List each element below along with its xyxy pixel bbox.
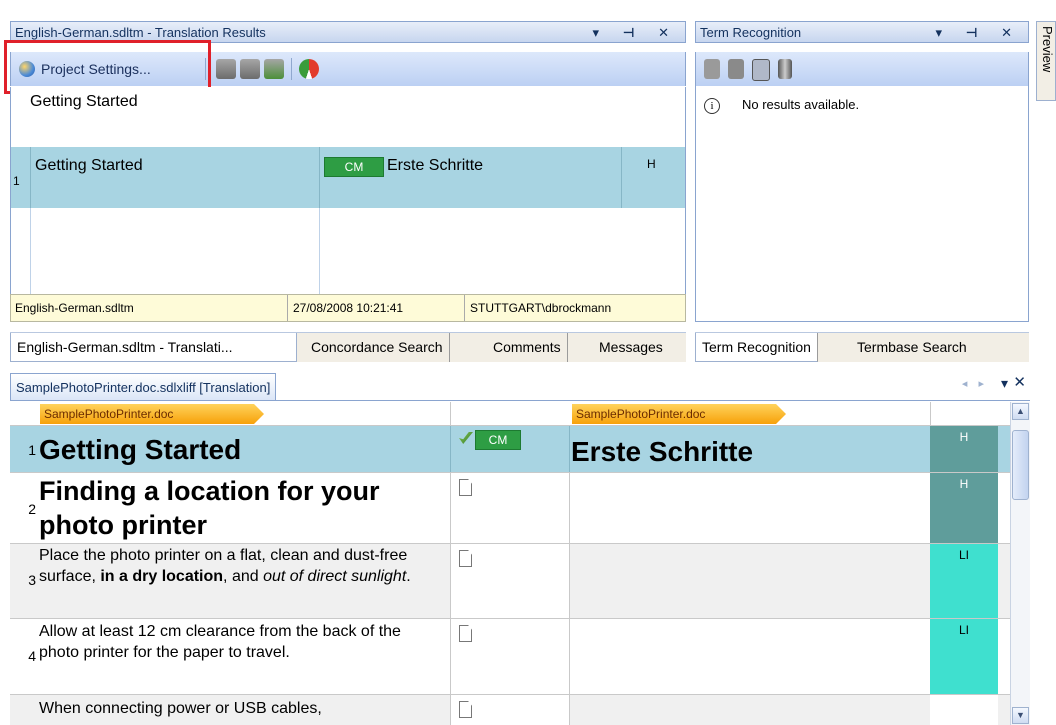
panel-controls[interactable]: ▾ ⊣ ✕ [592, 22, 679, 44]
not-translated-icon [459, 701, 472, 718]
term-view-icon[interactable] [752, 59, 770, 81]
segment-number: 4 [28, 648, 36, 664]
tm-apply-icon[interactable] [264, 59, 284, 79]
tm-status-bar: English-German.sdltm 27/08/2008 10:21:41… [10, 294, 686, 322]
tab-term-recognition[interactable]: Term Recognition [695, 333, 818, 362]
editor-vertical-scrollbar[interactable]: ▲ ▼ [1010, 402, 1030, 725]
tm-user: STUTTGART\dbrockmann [470, 301, 612, 315]
segment-style [930, 695, 998, 725]
tm-name: English-German.sdltm [15, 301, 134, 315]
scroll-up-arrow[interactable]: ▲ [1012, 403, 1029, 420]
segment-source: Allow at least 12 cm clearance from the … [39, 623, 401, 661]
editor-tab-strip: SamplePhotoPrinter.doc.sdlxliff [Transla… [10, 370, 1030, 401]
toolbar-separator [291, 58, 292, 80]
translation-results-title: English-German.sdltm - Translation Resul… [15, 25, 266, 40]
tm-update-icon[interactable] [216, 59, 236, 79]
not-translated-icon [459, 550, 472, 567]
segment-number: 1 [28, 442, 36, 458]
not-translated-icon [459, 625, 472, 642]
segment-source: Getting Started [39, 434, 242, 465]
editor-menu-icon[interactable]: ▾ [1001, 375, 1008, 392]
segment-source: When connecting power or USB cables, [39, 700, 322, 717]
term-delete-icon[interactable] [728, 59, 744, 79]
column-divider [30, 147, 31, 208]
scroll-thumb[interactable] [1012, 430, 1029, 500]
editor-close-icon[interactable]: ✕ [1013, 373, 1026, 391]
tab-translation-results[interactable]: English-German.sdltm - Translati... [10, 333, 297, 362]
segment-row[interactable]: 3 Place the photo printer on a flat, cle… [10, 544, 1010, 619]
column-divider [621, 147, 622, 208]
tm-panel-tabs: English-German.sdltm - Translati... Conc… [10, 332, 686, 362]
term-add-icon[interactable] [704, 59, 720, 79]
tab-comments[interactable]: Comments [487, 333, 568, 362]
scroll-down-arrow[interactable]: ▼ [1012, 707, 1029, 724]
tm-result-index: 1 [13, 174, 20, 188]
segment-source: Finding a location for your photo printe… [39, 476, 380, 540]
preview-side-tab[interactable]: Preview [1036, 21, 1056, 101]
segment-style: H [930, 426, 998, 472]
tm-result-target: Erste Schritte [387, 157, 484, 174]
segment-style: LI [930, 619, 998, 694]
preview-side-tab-label: Preview [1040, 26, 1055, 73]
column-divider [319, 147, 320, 208]
tm-result-empty [10, 208, 686, 294]
source-preview-text: Getting Started [30, 93, 138, 110]
segment-number: 2 [28, 501, 36, 517]
not-translated-icon [459, 479, 472, 496]
termbase-icon[interactable] [778, 59, 792, 79]
info-icon: i [704, 98, 720, 114]
editor-document-tab[interactable]: SamplePhotoPrinter.doc.sdlxliff [Transla… [10, 373, 277, 400]
segment-row[interactable]: 1 Getting Started CM Erste Schritte H [10, 426, 1010, 473]
no-results-message: No results available. [742, 97, 860, 112]
panel-controls[interactable]: ▾ ⊣ ✕ [935, 22, 1022, 44]
segment-source: Place the photo printer on a flat, clean… [39, 547, 411, 585]
tm-date: 27/08/2008 10:21:41 [293, 301, 404, 315]
tab-concordance-search[interactable]: Concordance Search [305, 333, 450, 362]
source-preview: Getting Started [10, 87, 686, 147]
segment-target[interactable]: Erste Schritte [571, 435, 929, 469]
term-recognition-titlebar: Term Recognition ▾ ⊣ ✕ [695, 21, 1029, 43]
document-header-row: SamplePhotoPrinter.doc SamplePhotoPrinte… [10, 402, 1010, 426]
tab-termbase-search[interactable]: Termbase Search [851, 333, 973, 362]
tab-messages[interactable]: Messages [593, 333, 669, 362]
editor-document-tab-label: SamplePhotoPrinter.doc.sdlxliff [Transla… [16, 380, 271, 395]
segment-row[interactable]: 4 Allow at least 12 cm clearance from th… [10, 619, 1010, 695]
segment-row[interactable]: 2 Finding a location for your photo prin… [10, 473, 1010, 544]
term-results-area: i No results available. [695, 86, 1029, 322]
segment-row[interactable]: When connecting power or USB cables, [10, 695, 1010, 725]
context-match-badge: CM [475, 430, 521, 450]
tm-result-row[interactable]: 1 Getting Started CM Erste Schritte H [10, 147, 686, 208]
target-document-tag: SamplePhotoPrinter.doc [572, 404, 786, 424]
tm-result-style: H [647, 157, 656, 171]
highlight-callout [4, 40, 211, 94]
tm-previous-icon[interactable] [240, 59, 260, 79]
term-panel-tabs: Term Recognition Termbase Search [695, 332, 1029, 362]
term-recognition-toolbar [695, 52, 1029, 86]
refresh-icon[interactable] [299, 59, 319, 79]
segment-style: LI [930, 544, 998, 618]
segment-style: H [930, 473, 998, 543]
context-match-badge: CM [324, 157, 384, 177]
term-recognition-title: Term Recognition [700, 25, 802, 40]
confirmed-status-icon [459, 432, 473, 444]
source-document-tag: SamplePhotoPrinter.doc [40, 404, 264, 424]
segment-number: 3 [28, 572, 36, 588]
tab-nav-arrows[interactable]: ◂ ▸ [962, 377, 988, 390]
tm-result-source: Getting Started [35, 157, 143, 174]
